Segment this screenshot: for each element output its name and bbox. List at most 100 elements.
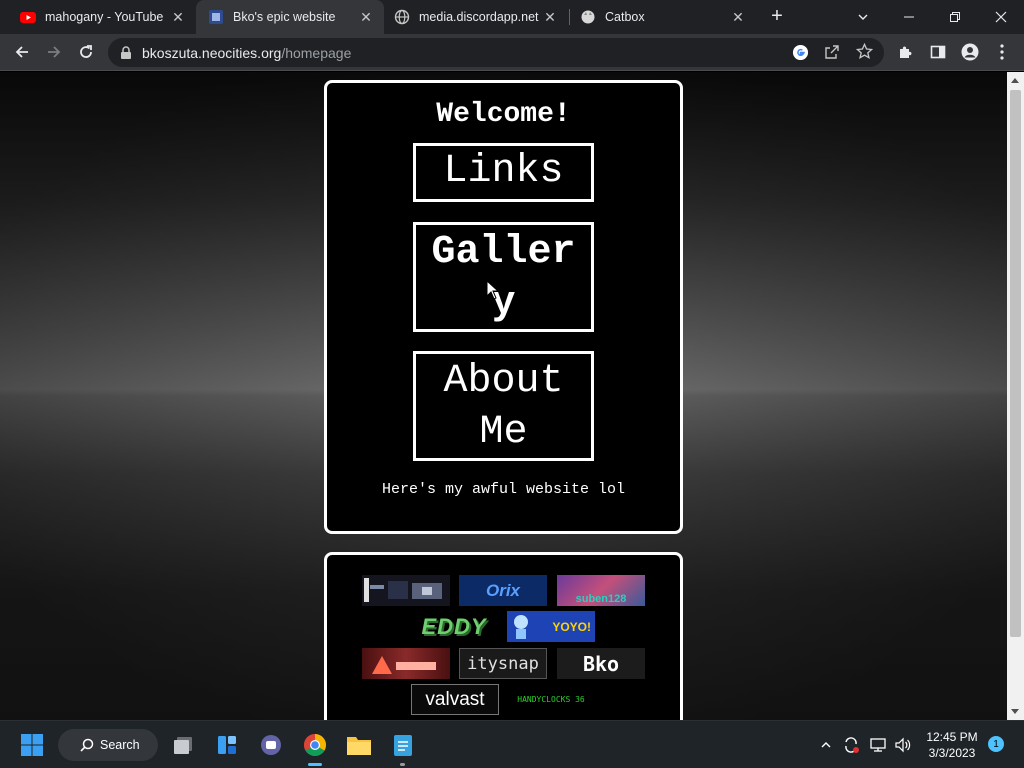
badge-yoyo[interactable]: YOYO! (507, 611, 595, 642)
gallery-button[interactable]: Galler y (413, 222, 594, 332)
gallery-label-line2: y (491, 281, 516, 326)
tab-bko-website[interactable]: Bko's epic website ✕ (196, 0, 384, 34)
badge-valvast[interactable]: valvast (411, 684, 499, 715)
task-view-icon (174, 737, 192, 754)
links-label: Links (443, 149, 564, 194)
network-icon (870, 738, 886, 752)
tab-title: media.discordapp.net (419, 10, 539, 24)
badge-orix[interactable]: Orix (459, 575, 547, 606)
cartoon-kid-icon (514, 615, 528, 639)
restore-icon (950, 12, 960, 22)
tab-title: mahogany - YouTube (45, 10, 164, 24)
system-clock[interactable]: 12:45 PM 3/3/2023 (924, 729, 980, 761)
tagline: Here's my awful website lol (381, 481, 626, 498)
chevron-down-icon (858, 14, 868, 20)
search-icon (80, 738, 94, 752)
minimize-icon (904, 16, 914, 18)
welcome-panel: Welcome! Links Galler y About Me Here's … (324, 80, 683, 534)
widgets-button[interactable] (211, 729, 243, 761)
chrome-taskbar-button[interactable] (299, 729, 331, 766)
scroll-down-icon[interactable] (1011, 709, 1019, 714)
speaker-icon (895, 737, 911, 753)
tab-title: Bko's epic website (233, 10, 336, 24)
close-window-button[interactable] (978, 0, 1024, 34)
badge-bko-text: Bko (582, 651, 620, 676)
address-bar[interactable]: bkoszuta.neocities.org/homepage (108, 38, 884, 67)
badge-eddy-text: EDDY (421, 613, 487, 639)
open-app-indicator (400, 763, 405, 766)
close-tab-icon[interactable]: ✕ (542, 9, 558, 25)
sync-tray-button[interactable] (841, 735, 861, 755)
badge-suben-text: suben128 (575, 593, 627, 605)
profile-icon (961, 43, 979, 61)
tab-catbox[interactable]: Catbox ✕ (570, 0, 756, 34)
google-lens-button[interactable] (792, 44, 809, 66)
tab-search-button[interactable] (840, 0, 886, 34)
widgets-icon (218, 736, 236, 754)
badge-citysnap[interactable]: itysnap (459, 648, 547, 679)
links-button[interactable]: Links (413, 143, 594, 202)
badge-red[interactable] (362, 648, 450, 679)
globe-icon (394, 9, 410, 25)
scroll-up-icon[interactable] (1011, 78, 1019, 83)
teams-chat-button[interactable] (255, 729, 287, 761)
volume-tray-button[interactable] (893, 735, 913, 755)
side-panel-button[interactable] (924, 38, 952, 66)
new-tab-button[interactable]: + (766, 5, 788, 27)
notepad-button[interactable] (387, 729, 419, 766)
youtube-icon (20, 12, 36, 23)
badge-handyclocks-text: HANDYCLOCKS 36 (517, 695, 585, 704)
start-button[interactable] (16, 729, 48, 761)
puzzle-icon (900, 46, 912, 58)
taskbar-search[interactable]: Search (58, 729, 158, 761)
badge-bko[interactable]: Bko (557, 648, 645, 679)
forward-button[interactable] (40, 38, 68, 66)
arrow-right-icon (48, 46, 61, 58)
star-icon (855, 42, 874, 60)
show-hidden-icons-button[interactable] (816, 735, 836, 755)
close-tab-icon[interactable]: ✕ (170, 9, 186, 25)
bookmark-button[interactable] (855, 42, 874, 65)
minimize-button[interactable] (886, 0, 932, 34)
gallery-label-line1: Galler (431, 230, 576, 275)
file-explorer-button[interactable] (343, 729, 375, 761)
sync-icon (845, 737, 859, 753)
lock-icon (121, 45, 131, 59)
notepad-icon (394, 735, 412, 756)
chat-icon (261, 735, 281, 755)
network-tray-button[interactable] (868, 735, 888, 755)
task-view-button[interactable] (167, 729, 199, 761)
tab-youtube[interactable]: mahogany - YouTube ✕ (0, 0, 196, 34)
restore-button[interactable] (932, 0, 978, 34)
notification-badge[interactable]: 1 (988, 736, 1004, 752)
menu-button[interactable] (988, 38, 1016, 66)
badge-suben128[interactable]: suben128 (557, 575, 645, 606)
close-tab-icon[interactable]: ✕ (358, 9, 374, 25)
share-button[interactable] (824, 44, 840, 65)
extensions-button[interactable] (892, 38, 920, 66)
reload-button[interactable] (72, 38, 100, 66)
chrome-icon (304, 734, 326, 756)
close-tab-icon[interactable]: ✕ (730, 9, 746, 25)
tab-title: Catbox (605, 10, 645, 24)
pixel-art-badge-icon (362, 575, 450, 606)
side-panel-icon (930, 45, 946, 59)
about-label-line1: About (443, 359, 564, 404)
folder-icon (347, 737, 371, 755)
scrollbar-thumb[interactable] (1010, 90, 1021, 637)
badge-pixel[interactable] (362, 575, 450, 606)
tab-discord-media[interactable]: media.discordapp.net ✕ (384, 0, 568, 34)
badge-eddy[interactable]: EDDY (410, 611, 498, 642)
profile-button[interactable] (956, 38, 984, 66)
page-title: Welcome! (436, 99, 571, 130)
badge-citysnap-text: itysnap (467, 653, 539, 674)
kebab-menu-icon (1000, 44, 1004, 60)
about-me-button[interactable]: About Me (413, 351, 594, 461)
badge-handyclocks[interactable]: HANDYCLOCKS 36 (507, 684, 595, 715)
share-icon (825, 45, 839, 59)
page-scrollbar[interactable] (1007, 72, 1024, 720)
back-button[interactable] (8, 38, 36, 66)
url-path: /homepage (281, 44, 352, 61)
about-label-line2: Me (479, 410, 528, 455)
badge-valvast-text: valvast (425, 688, 485, 710)
